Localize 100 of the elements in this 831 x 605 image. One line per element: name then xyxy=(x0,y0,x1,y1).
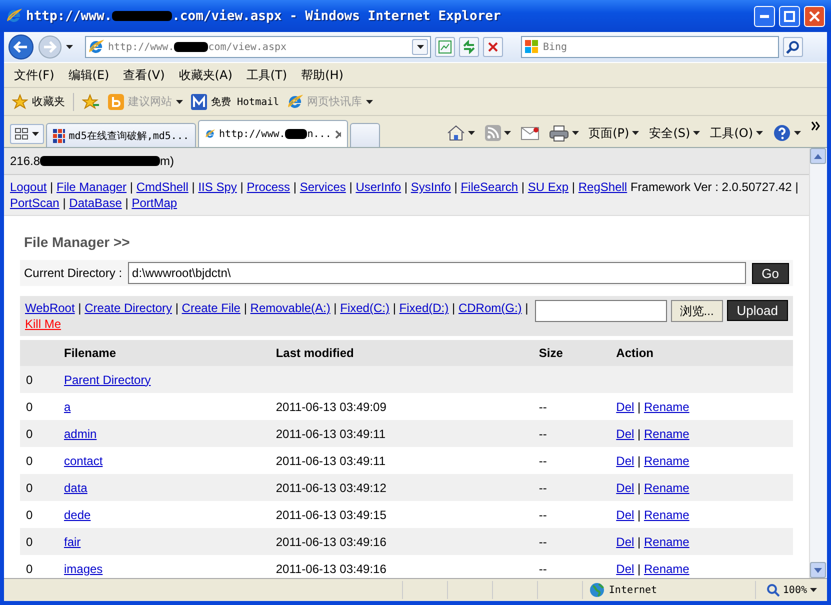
nav-link[interactable]: DataBase xyxy=(69,196,122,210)
caret-icon[interactable] xyxy=(366,100,374,104)
nav-link[interactable]: FileSearch xyxy=(460,180,518,194)
file-link[interactable]: dede xyxy=(64,508,91,522)
caret-icon[interactable] xyxy=(756,131,763,135)
dropdown-caret-icon[interactable] xyxy=(66,45,73,49)
action-link[interactable]: Rename xyxy=(644,454,690,468)
caret-icon[interactable] xyxy=(794,131,801,135)
search-field[interactable]: Bing xyxy=(521,36,779,58)
quick-tabs-button[interactable] xyxy=(10,124,44,144)
chevron-icon[interactable] xyxy=(811,121,821,131)
nav-link[interactable]: PortMap xyxy=(132,196,178,210)
browse-button[interactable]: 浏览... xyxy=(670,300,723,322)
file-link[interactable]: a xyxy=(64,400,71,414)
browser-tab[interactable]: http://www. n... xyxy=(198,120,348,147)
separator-text: | xyxy=(524,301,528,315)
drive-link[interactable]: WebRoot xyxy=(25,301,75,315)
caret-icon[interactable] xyxy=(468,131,475,135)
caret-icon[interactable] xyxy=(572,131,579,135)
close-tab-icon[interactable] xyxy=(335,130,341,138)
up-arrow-icon[interactable] xyxy=(814,154,822,158)
dropdown-caret-icon[interactable] xyxy=(416,45,424,49)
nav-link[interactable]: Process xyxy=(246,180,290,194)
menu-item[interactable]: 收藏夹(A) xyxy=(178,66,232,84)
nav-link[interactable]: Services xyxy=(300,180,346,194)
stop-button[interactable] xyxy=(483,37,503,57)
action-link[interactable]: Del xyxy=(616,400,634,414)
help-icon[interactable] xyxy=(773,124,791,142)
menu-item[interactable]: 查看(V) xyxy=(123,66,165,84)
file-link[interactable]: images xyxy=(64,562,103,576)
drive-link[interactable]: CDRom(G:) xyxy=(458,301,522,315)
maximize-button[interactable] xyxy=(779,6,800,26)
go-button[interactable]: Go xyxy=(752,262,789,284)
directory-field[interactable]: d:\wwwroot\bjdctn\ xyxy=(128,262,746,284)
nav-link[interactable]: UserInfo xyxy=(356,180,402,194)
close-button[interactable] xyxy=(804,6,825,26)
caret-icon[interactable] xyxy=(176,100,183,104)
back-button[interactable] xyxy=(8,34,34,60)
file-link[interactable]: data xyxy=(64,480,88,494)
address-field[interactable]: http://www. com/view.aspx xyxy=(85,36,431,58)
menu-item[interactable]: 工具(T) xyxy=(246,66,288,84)
drive-link[interactable]: Create File xyxy=(182,301,240,315)
nav-link[interactable]: File Manager xyxy=(56,180,127,194)
zoom-level[interactable]: 100% xyxy=(782,584,807,596)
upload-button[interactable]: Upload xyxy=(726,300,788,321)
caret-icon[interactable] xyxy=(632,131,640,135)
framework-version: Framework Ver : 2.0.50727.42 xyxy=(630,180,792,194)
compatibility-button[interactable] xyxy=(435,37,455,57)
home-icon[interactable] xyxy=(446,125,465,141)
action-link[interactable]: Rename xyxy=(644,426,690,440)
file-link[interactable]: admin xyxy=(64,426,97,440)
menu-item[interactable]: 编辑(E) xyxy=(68,66,110,84)
nav-link[interactable]: SU Exp xyxy=(528,180,569,194)
menu-item[interactable]: 帮助(H) xyxy=(301,66,344,84)
nav-link[interactable]: CmdShell xyxy=(136,180,188,194)
caret-icon[interactable] xyxy=(504,131,511,135)
action-link[interactable]: Del xyxy=(616,534,634,548)
printer-icon[interactable] xyxy=(548,124,569,142)
file-field[interactable] xyxy=(534,300,667,322)
zoom-icon[interactable] xyxy=(766,583,780,597)
drive-link[interactable]: Fixed(C:) xyxy=(340,301,390,315)
redaction-mark xyxy=(285,129,308,139)
favorites-link[interactable]: 免费 Hotmail xyxy=(211,94,280,108)
command-menu[interactable]: 页面(P) xyxy=(588,124,630,142)
caret-icon[interactable] xyxy=(810,588,817,592)
action-link[interactable]: Del xyxy=(616,426,634,440)
nav-link[interactable]: RegShell xyxy=(578,180,628,194)
drive-link[interactable]: Removable(A:) xyxy=(250,301,330,315)
file-link[interactable]: contact xyxy=(64,454,103,468)
action-link[interactable]: Rename xyxy=(644,562,690,576)
menu-item[interactable]: 文件(F) xyxy=(14,66,54,84)
search-button[interactable] xyxy=(783,37,803,57)
command-menu[interactable]: 工具(O) xyxy=(710,124,753,142)
command-menu[interactable]: 安全(S) xyxy=(649,124,690,142)
mail-icon[interactable] xyxy=(520,126,539,140)
drive-link[interactable]: Fixed(D:) xyxy=(399,301,449,315)
action-link[interactable]: Rename xyxy=(644,534,690,548)
browser-tab[interactable]: md5在线查询破解,md5... xyxy=(46,123,196,147)
action-link[interactable]: Rename xyxy=(644,508,690,522)
caret-icon[interactable] xyxy=(693,131,700,135)
file-link[interactable]: fair xyxy=(64,534,81,548)
nav-link[interactable]: SysInfo xyxy=(410,180,451,194)
minimize-button[interactable] xyxy=(754,6,775,26)
refresh-button[interactable] xyxy=(459,37,479,57)
action-link[interactable]: Rename xyxy=(644,480,690,494)
down-arrow-icon[interactable] xyxy=(814,568,822,572)
nav-link[interactable]: Logout xyxy=(10,180,47,194)
minimize-icon xyxy=(760,14,769,18)
add-favorite-icon[interactable] xyxy=(82,94,100,110)
caret-icon[interactable] xyxy=(32,132,39,136)
favorites-button[interactable]: 收藏夹 xyxy=(32,94,65,109)
nav-link[interactable]: IIS Spy xyxy=(198,180,237,194)
drive-link[interactable]: Create Directory xyxy=(84,301,172,315)
action-link[interactable]: Del xyxy=(616,454,634,468)
action-link[interactable]: Del xyxy=(616,480,634,494)
nav-link[interactable]: PortScan xyxy=(10,196,60,210)
action-link[interactable]: Del xyxy=(616,508,634,522)
action-link[interactable]: Rename xyxy=(644,400,690,414)
action-link[interactable]: Del xyxy=(616,562,634,576)
scrollbar[interactable] xyxy=(809,148,827,578)
